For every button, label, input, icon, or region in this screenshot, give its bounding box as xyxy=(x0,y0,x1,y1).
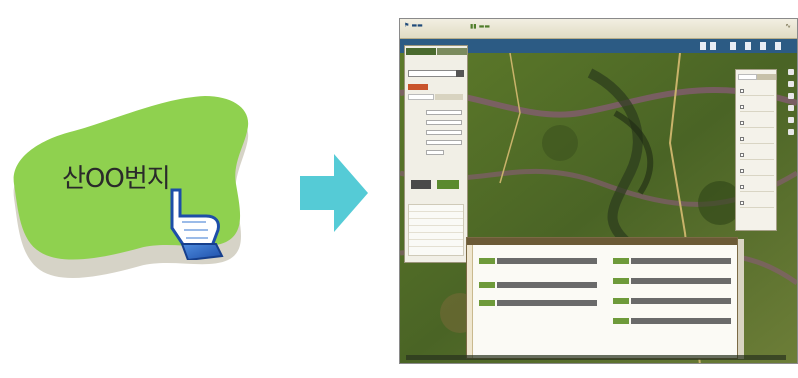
info-value-bar xyxy=(631,298,731,304)
info-value-bar xyxy=(631,318,731,324)
info-key xyxy=(479,282,495,288)
dialog-title-bar xyxy=(467,238,737,245)
info-key xyxy=(479,258,495,264)
layer-item[interactable] xyxy=(740,150,774,160)
list-item[interactable] xyxy=(409,205,463,212)
print-icon[interactable] xyxy=(788,105,794,111)
panel-section-badge xyxy=(408,84,428,90)
layer-item[interactable] xyxy=(740,182,774,192)
layer-checkbox[interactable] xyxy=(740,153,744,157)
info-row xyxy=(613,258,733,264)
figure-canvas: 산OO번지 ⚑ ▬▬ ▮▮ ▬▬ ∿ xyxy=(0,0,798,378)
layer-checkbox[interactable] xyxy=(740,185,744,189)
parcel-search-panel xyxy=(404,45,468,263)
info-key xyxy=(613,318,629,324)
info-value-bar xyxy=(497,282,597,288)
info-value-bar xyxy=(497,258,597,264)
result-list xyxy=(408,204,464,256)
toolbar-button[interactable] xyxy=(760,42,766,50)
service-logo: ▮▮ ▬▬ xyxy=(470,23,491,30)
layer-checkbox[interactable] xyxy=(740,201,744,205)
app-header: ⚑ ▬▬ ▮▮ ▬▬ ∿ xyxy=(400,19,797,39)
info-row xyxy=(613,318,733,324)
layer-panel xyxy=(735,69,777,231)
layer-checkbox[interactable] xyxy=(740,169,744,173)
info-row xyxy=(479,258,599,264)
form-field[interactable] xyxy=(426,140,462,145)
form-field[interactable] xyxy=(426,110,462,115)
toolbar-button[interactable] xyxy=(700,42,706,50)
layer-checkbox[interactable] xyxy=(740,89,744,93)
search-submit-button[interactable] xyxy=(437,180,459,189)
layer-item[interactable] xyxy=(740,102,774,112)
toolbar-button[interactable] xyxy=(745,42,751,50)
search-button[interactable] xyxy=(456,70,464,77)
list-item[interactable] xyxy=(409,219,463,226)
info-key xyxy=(613,258,629,264)
info-value-bar xyxy=(497,300,597,306)
toolbar-button[interactable] xyxy=(710,42,716,50)
right-arrow-icon xyxy=(300,154,368,232)
form-field[interactable] xyxy=(426,130,462,135)
form-field[interactable] xyxy=(426,150,444,155)
form-row xyxy=(408,150,464,156)
toolbar-button[interactable] xyxy=(775,42,781,50)
parcel-info-dialog xyxy=(466,237,738,359)
info-row xyxy=(479,300,599,306)
measure-icon[interactable] xyxy=(788,93,794,99)
list-item[interactable] xyxy=(409,233,463,240)
info-row xyxy=(613,278,733,284)
layer-checkbox[interactable] xyxy=(740,121,744,125)
tab-address[interactable] xyxy=(408,94,434,100)
layer-item[interactable] xyxy=(740,198,774,208)
layer-checkbox[interactable] xyxy=(740,105,744,109)
form-row xyxy=(408,140,464,146)
form-row xyxy=(408,110,464,116)
parcel-address-label: 산OO번지 xyxy=(62,164,171,194)
form-row xyxy=(408,130,464,136)
layer-item[interactable] xyxy=(740,86,774,96)
form-field[interactable] xyxy=(426,120,462,125)
tab-layers[interactable] xyxy=(738,74,757,80)
list-item[interactable] xyxy=(409,226,463,233)
tab-legend[interactable] xyxy=(757,74,776,80)
layer-item[interactable] xyxy=(740,118,774,128)
map-application-screenshot: ⚑ ▬▬ ▮▮ ▬▬ ∿ xyxy=(399,18,798,364)
toolbar-button[interactable] xyxy=(730,42,736,50)
info-value-bar xyxy=(631,258,731,264)
pointing-hand-icon xyxy=(170,188,224,260)
info-row xyxy=(613,298,733,304)
layers-icon[interactable] xyxy=(788,117,794,123)
layer-item[interactable] xyxy=(740,166,774,176)
map-tool-strip xyxy=(787,69,795,229)
info-key xyxy=(613,298,629,304)
tab-search[interactable] xyxy=(406,48,436,55)
reset-button[interactable] xyxy=(411,180,431,189)
layer-item[interactable] xyxy=(740,134,774,144)
layer-checkbox[interactable] xyxy=(740,137,744,141)
zoom-out-icon[interactable] xyxy=(788,81,794,87)
agency-logo: ⚑ ▬▬ xyxy=(404,22,423,29)
info-key xyxy=(613,278,629,284)
tab-road-address[interactable] xyxy=(435,94,463,100)
list-item[interactable] xyxy=(409,240,463,247)
map-status-bar xyxy=(406,355,786,360)
brand-mark: ∿ xyxy=(785,22,791,30)
parcel-illustration: 산OO번지 xyxy=(0,80,270,310)
info-icon[interactable] xyxy=(788,129,794,135)
info-row xyxy=(479,282,599,288)
form-row xyxy=(408,120,464,126)
list-item[interactable] xyxy=(409,212,463,219)
dialog-side-tab[interactable] xyxy=(467,245,473,358)
info-key xyxy=(479,300,495,306)
info-value-bar xyxy=(631,278,731,284)
tab-other[interactable] xyxy=(437,48,467,55)
zoom-in-icon[interactable] xyxy=(788,69,794,75)
dialog-scrollbar[interactable] xyxy=(738,239,744,359)
